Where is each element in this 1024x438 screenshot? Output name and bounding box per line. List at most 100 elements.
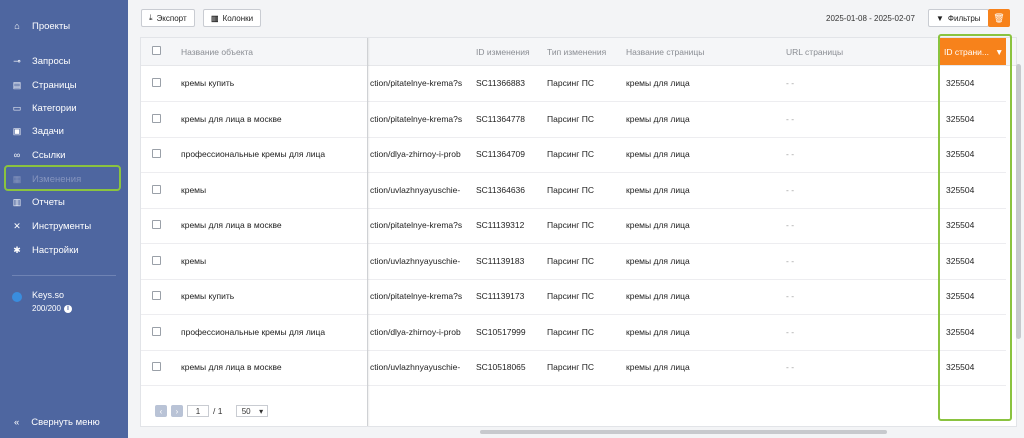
keys-service-name[interactable]: Keys.so xyxy=(32,290,64,300)
collapse-menu-button[interactable]: « Свернуть меню xyxy=(14,417,100,428)
keys-logo-icon xyxy=(12,292,22,302)
cell-change-type: Парсинг ПС xyxy=(547,362,594,372)
header-page-name[interactable]: Название страницы xyxy=(626,47,704,57)
table-row[interactable]: кремы ction/uvlazhnyayuschie- SC11139183 Па… xyxy=(141,244,1006,280)
sidebar-item-links[interactable]: ∞ Ссылки xyxy=(12,148,66,162)
sidebar-item-tools[interactable]: ✕ Инструменты xyxy=(12,219,91,233)
pages-icon: ▤ xyxy=(12,79,22,90)
table-row[interactable]: кремы для лица в москве ction/uvlazhnyayu… xyxy=(141,350,1006,386)
table-row[interactable]: профессиональные кремы для лица ction/dly… xyxy=(141,315,1006,351)
cell-change-id: SC11139173 xyxy=(476,291,525,301)
sidebar-item-label: Задачи xyxy=(32,125,64,137)
cell-object-name: профессиональные кремы для лица xyxy=(181,326,326,337)
sidebar-item-label: Настройки xyxy=(32,244,79,256)
table-row[interactable]: кремы купить ction/pitatelnye-krema?s SC11… xyxy=(141,279,1006,315)
cell-object-name: кремы купить xyxy=(181,291,235,301)
sidebar-item-reports[interactable]: ▥ Отчеты xyxy=(12,195,65,209)
cell-page-name: кремы для лица xyxy=(626,362,690,372)
row-checkbox[interactable] xyxy=(152,113,161,123)
table-row[interactable]: кремы для лица в москве ction/pitatelnye-… xyxy=(141,102,1006,138)
filter-icon[interactable]: ▼ xyxy=(995,47,1003,57)
prev-page-button[interactable]: ‹ xyxy=(155,405,167,417)
cell-url-fragment: ction/pitatelnye-krema?s xyxy=(370,291,463,301)
cell-change-type: Парсинг ПС xyxy=(547,291,594,301)
cell-page-url: - - xyxy=(786,362,795,372)
cell-object-name: кремы для лица в москве xyxy=(181,220,282,230)
filters-button[interactable]: ▼ Фильтры xyxy=(928,9,989,27)
row-checkbox[interactable] xyxy=(152,326,161,336)
filters-label: Фильтры xyxy=(947,13,981,23)
cell-page-url: - - xyxy=(786,255,795,266)
cell-page-id: 325504 xyxy=(946,362,975,372)
cell-page-url: - - xyxy=(786,220,795,230)
page-size-select[interactable]: 50 ▾ xyxy=(236,405,269,417)
cell-change-type: Парсинг ПС xyxy=(547,78,594,88)
sidebar-item-projects[interactable]: ⌂ Проекты xyxy=(12,19,70,33)
header-change-id[interactable]: ID изменения xyxy=(476,47,530,57)
sidebar-item-tasks[interactable]: ▣ Задачи xyxy=(12,124,64,138)
cell-change-id: SC10518065 xyxy=(476,362,526,372)
header-object-name[interactable]: Название объекта xyxy=(181,47,253,57)
reports-icon: ▥ xyxy=(12,196,22,207)
cell-url-fragment: ction/dlya-zhirnoy-i-prob xyxy=(370,149,461,159)
cell-page-url: - - xyxy=(786,184,795,195)
row-checkbox[interactable] xyxy=(152,362,161,371)
sidebar-item-label: Ссылки xyxy=(32,149,66,161)
select-all-checkbox[interactable] xyxy=(152,46,161,55)
cell-page-id: 325504 xyxy=(946,220,975,230)
cell-page-id: 325504 xyxy=(946,78,975,88)
header-page-url[interactable]: URL страницы xyxy=(786,47,843,57)
sidebar-item-label: Запросы xyxy=(32,55,71,67)
table-row[interactable]: кремы купить ction/pitatelnye-krema?s SC11… xyxy=(141,66,1006,102)
cell-page-id: 325504 xyxy=(946,113,975,124)
cell-page-url: - - xyxy=(786,326,795,337)
home-icon: ⌂ xyxy=(14,21,20,31)
table-row[interactable]: кремы ction/uvlazhnyayuschie- SC11364636 Па… xyxy=(141,173,1006,209)
horizontal-scrollbar[interactable] xyxy=(480,430,887,434)
total-pages: / 1 xyxy=(213,406,223,416)
sidebar-item-categories[interactable]: ▭ Категории xyxy=(12,101,77,115)
next-page-button[interactable]: › xyxy=(171,405,183,417)
vertical-scrollbar[interactable] xyxy=(1016,64,1021,339)
info-icon[interactable]: i xyxy=(63,304,72,313)
page-number-input[interactable]: 1 xyxy=(187,405,209,417)
sidebar-item-queries[interactable]: ⊸ Запросы xyxy=(12,54,70,68)
sidebar-item-pages[interactable]: ▤ Страницы xyxy=(12,78,77,92)
highlight-frame xyxy=(4,165,121,191)
cell-url-fragment: ction/uvlazhnyayuschie- xyxy=(370,255,461,266)
header-page-id[interactable]: ID страни... ▼ xyxy=(938,38,1006,65)
table-row[interactable]: профессиональные кремы для лица ction/dly… xyxy=(141,137,1006,173)
cell-page-name: кремы для лица xyxy=(626,78,690,88)
cell-url-fragment: ction/pitatelnye-krema?s xyxy=(370,78,463,88)
date-range-picker[interactable]: 2025-01-08 - 2025-02-07 xyxy=(826,9,922,27)
cell-page-id: 325504 xyxy=(946,149,975,159)
row-checkbox[interactable] xyxy=(152,78,161,87)
sidebar-item-label: Проекты xyxy=(32,20,71,32)
cell-page-url: - - xyxy=(786,149,795,159)
export-button[interactable]: ⤓ Экспорт xyxy=(141,9,195,27)
sidebar-item-settings[interactable]: ✱ Настройки xyxy=(12,243,79,257)
columns-button[interactable]: ▥ Колонки xyxy=(203,9,262,27)
cell-change-id: SC10517999 xyxy=(476,326,526,337)
caret-down-icon: ▾ xyxy=(259,406,264,416)
filter-icon: ▼ xyxy=(936,13,944,23)
row-checkbox[interactable] xyxy=(152,220,161,229)
row-checkbox[interactable] xyxy=(152,255,161,265)
sidebar-item-label: Страницы xyxy=(32,79,77,91)
delete-button[interactable]: 🗑 xyxy=(988,9,1010,27)
keys-quota: 200/200 i xyxy=(32,304,72,313)
trash-icon: 🗑 xyxy=(993,12,1005,23)
cell-page-name: кремы для лица xyxy=(626,291,690,301)
row-checkbox[interactable] xyxy=(152,184,161,194)
cell-url-fragment: ction/pitatelnye-krema?s xyxy=(370,220,463,230)
cell-change-type: Парсинг ПС xyxy=(547,184,594,195)
cell-change-id: SC11364709 xyxy=(476,149,525,159)
double-chevron-left-icon: « xyxy=(14,417,20,428)
table-row[interactable]: кремы для лица в москве ction/pitatelnye-… xyxy=(141,208,1006,244)
row-checkbox[interactable] xyxy=(152,291,161,300)
header-change-type[interactable]: Тип изменения xyxy=(547,47,606,57)
row-checkbox[interactable] xyxy=(152,149,161,158)
frozen-column-shadow xyxy=(367,38,370,426)
sidebar-divider xyxy=(12,275,116,276)
cell-object-name: профессиональные кремы для лица xyxy=(181,149,326,159)
